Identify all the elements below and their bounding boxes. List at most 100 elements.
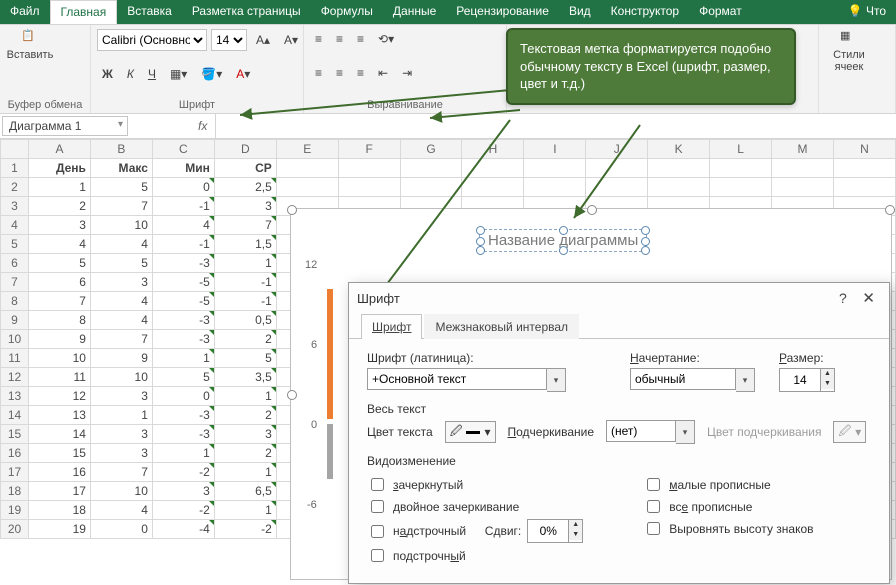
col-header[interactable]: B: [90, 140, 152, 159]
row-header[interactable]: 16: [1, 444, 29, 463]
formula-bar: Диаграмма 1 fx: [0, 114, 896, 139]
col-header[interactable]: J: [586, 140, 648, 159]
shrink-font-button[interactable]: A▾: [279, 30, 303, 50]
underline-button[interactable]: Ч: [143, 64, 161, 84]
align-left-button[interactable]: ≡: [310, 63, 327, 83]
row-header[interactable]: 7: [1, 273, 29, 292]
row-header[interactable]: 13: [1, 387, 29, 406]
double-strike-checkbox[interactable]: двойное зачеркивание: [367, 497, 583, 516]
row-header[interactable]: 10: [1, 330, 29, 349]
shift-spinner[interactable]: ▲▼: [527, 519, 583, 543]
col-header[interactable]: I: [524, 140, 586, 159]
tab-constructor[interactable]: Конструктор: [601, 0, 689, 24]
tab-insert[interactable]: Вставка: [117, 0, 182, 24]
style-label: Начертание:: [630, 351, 755, 365]
orientation-button[interactable]: ⟲▾: [373, 29, 399, 49]
row-header[interactable]: 9: [1, 311, 29, 330]
name-box[interactable]: Диаграмма 1: [2, 116, 128, 136]
row-header[interactable]: 3: [1, 197, 29, 216]
row-header[interactable]: 2: [1, 178, 29, 197]
dialog-title: Шрифт: [357, 291, 400, 306]
tab-data[interactable]: Данные: [383, 0, 446, 24]
col-header[interactable]: F: [338, 140, 400, 159]
col-header[interactable]: C: [152, 140, 214, 159]
fx-icon[interactable]: fx: [190, 119, 215, 133]
font-size-select[interactable]: 14: [211, 29, 247, 51]
tab-page-layout[interactable]: Разметка страницы: [182, 0, 311, 24]
tell-me[interactable]: 💡 Что: [838, 0, 896, 24]
row-header[interactable]: 18: [1, 482, 29, 501]
paste-button[interactable]: 📋 Вставить: [6, 29, 54, 61]
subscript-checkbox[interactable]: подстрочный: [367, 546, 583, 565]
font-color-button[interactable]: A▾: [231, 64, 255, 84]
row-header[interactable]: 11: [1, 349, 29, 368]
row-header[interactable]: 1: [1, 159, 29, 178]
col-header[interactable]: E: [276, 140, 338, 159]
underline-color-label: Цвет подчеркивания: [707, 425, 821, 439]
grow-font-button[interactable]: A▴: [251, 30, 275, 50]
indent-inc-button[interactable]: ⇥: [397, 63, 417, 83]
col-header[interactable]: A: [28, 140, 90, 159]
underline-combo[interactable]: ▾: [606, 420, 695, 444]
col-header[interactable]: N: [833, 140, 895, 159]
row-header[interactable]: 6: [1, 254, 29, 273]
col-header[interactable]: G: [400, 140, 462, 159]
underline-color-button[interactable]: 🖉 ▾: [833, 421, 866, 443]
row-header[interactable]: 19: [1, 501, 29, 520]
group-font: Шрифт: [97, 97, 297, 111]
fill-color-button[interactable]: 🪣▾: [196, 64, 227, 84]
row-header[interactable]: 12: [1, 368, 29, 387]
tab-format[interactable]: Формат: [689, 0, 752, 24]
tab-review[interactable]: Рецензирование: [446, 0, 559, 24]
align-bottom-button[interactable]: ≡: [352, 29, 369, 49]
indent-dec-button[interactable]: ⇤: [373, 63, 393, 83]
align-right-button[interactable]: ≡: [352, 63, 369, 83]
italic-button[interactable]: К: [122, 64, 139, 84]
borders-button[interactable]: ▦▾: [165, 64, 192, 84]
font-name-select[interactable]: Calibri (Основной: [97, 29, 207, 51]
clipboard-icon: 📋: [21, 29, 39, 47]
tab-view[interactable]: Вид: [559, 0, 601, 24]
bucket-icon: 🖉: [838, 422, 851, 443]
align-center-button[interactable]: ≡: [331, 63, 348, 83]
col-header[interactable]: M: [772, 140, 834, 159]
ribbon-tabs: Файл Главная Вставка Разметка страницы Ф…: [0, 0, 896, 25]
col-header[interactable]: H: [462, 140, 524, 159]
chart-title[interactable]: Название диаграммы: [479, 229, 647, 252]
row-header[interactable]: 20: [1, 520, 29, 539]
bold-button[interactable]: Ж: [97, 64, 118, 84]
strike-checkbox[interactable]: зачеркнутый: [367, 475, 583, 494]
bucket-icon: 🖉: [450, 422, 463, 443]
dialog-help-button[interactable]: ?: [833, 290, 853, 306]
allcaps-checkbox[interactable]: все прописные: [643, 497, 813, 516]
superscript-checkbox[interactable]: надстрочный Сдвиг: ▲▼: [367, 519, 583, 543]
tab-file[interactable]: Файл: [0, 0, 50, 24]
dialog-close-button[interactable]: ✕: [856, 290, 881, 307]
smallcaps-checkbox[interactable]: малые прописные: [643, 475, 813, 494]
tab-formulas[interactable]: Формулы: [311, 0, 383, 24]
group-clipboard: Буфер обмена: [6, 97, 84, 111]
col-header[interactable]: K: [648, 140, 710, 159]
group-alignment: Выравнивание: [310, 97, 500, 111]
formula-input[interactable]: [215, 114, 896, 138]
all-text-label: Весь текст: [367, 402, 871, 416]
align-top-button[interactable]: ≡: [310, 29, 327, 49]
row-header[interactable]: 5: [1, 235, 29, 254]
latin-font-combo[interactable]: ▾: [367, 368, 566, 392]
dialog-tab-spacing[interactable]: Межзнаковый интервал: [424, 314, 579, 339]
align-middle-button[interactable]: ≡: [331, 29, 348, 49]
col-header[interactable]: L: [710, 140, 772, 159]
text-color-button[interactable]: 🖉 ▾: [445, 421, 496, 443]
tab-home[interactable]: Главная: [50, 0, 118, 24]
col-header[interactable]: D: [214, 140, 276, 159]
row-header[interactable]: 14: [1, 406, 29, 425]
row-header[interactable]: 17: [1, 463, 29, 482]
equalheight-checkbox[interactable]: Выровнять высоту знаков: [643, 519, 813, 538]
row-header[interactable]: 15: [1, 425, 29, 444]
size-spinner[interactable]: ▲▼: [779, 368, 835, 392]
cell-styles-button[interactable]: ▦ Стили ячеек: [825, 29, 873, 73]
row-header[interactable]: 8: [1, 292, 29, 311]
style-combo[interactable]: ▾: [630, 368, 755, 392]
row-header[interactable]: 4: [1, 216, 29, 235]
dialog-tab-font[interactable]: Шрифт: [361, 314, 422, 339]
